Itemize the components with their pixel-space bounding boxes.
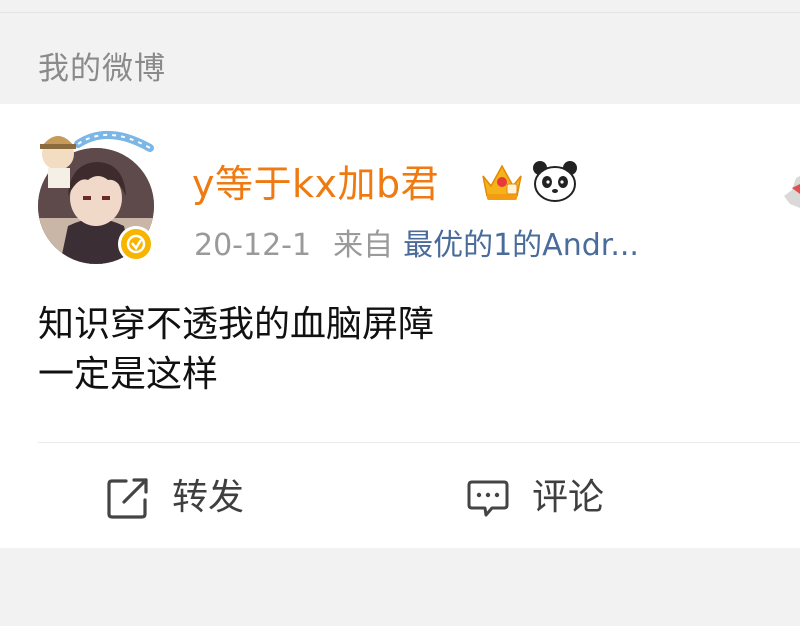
avatar-decoration-icon — [38, 124, 162, 194]
divider — [38, 442, 800, 443]
section-header: 我的微博 — [0, 12, 800, 102]
decorative-sticker-icon — [778, 174, 800, 210]
section-title: 我的微博 — [38, 51, 166, 87]
panda-icon[interactable] — [530, 158, 580, 204]
weibo-post-card[interactable]: y等于kx加b君 20-12-1 来自 最优的1的Andr... 知识穿不透我的… — [0, 104, 800, 548]
post-meta: 20-12-1 来自 最优的1的Andr... — [194, 224, 639, 268]
username[interactable]: y等于kx加b君 — [192, 159, 439, 209]
share-box-icon — [106, 476, 150, 520]
repost-button[interactable]: 转发 — [106, 470, 244, 526]
verified-badge-icon — [118, 226, 154, 262]
comment-button[interactable]: 评论 — [466, 470, 604, 526]
post-content-line: 知识穿不透我的血脑屏障 — [38, 304, 435, 345]
post-content: 知识穿不透我的血脑屏障 一定是这样 — [38, 300, 778, 400]
avatar[interactable] — [38, 124, 156, 266]
post-date: 20-12-1 — [194, 228, 312, 263]
comment-label: 评论 — [532, 477, 605, 518]
comment-bubble-icon — [466, 476, 510, 520]
source-link[interactable]: 最优的1的Andr... — [403, 228, 639, 263]
from-label: 来自 — [333, 228, 394, 263]
crown-icon[interactable] — [477, 160, 527, 204]
repost-label: 转发 — [172, 477, 245, 518]
post-content-line: 一定是这样 — [38, 354, 219, 395]
